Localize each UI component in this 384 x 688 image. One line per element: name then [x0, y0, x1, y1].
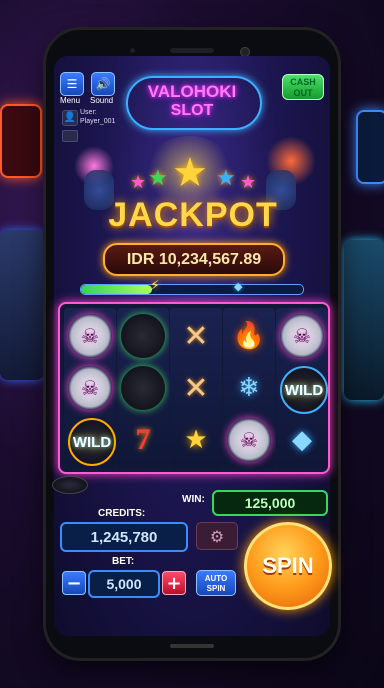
logo-line2: SLOT	[170, 102, 214, 119]
reel-column: ☠ WILD ◆	[276, 308, 328, 468]
hockey-mask-icon: ☠	[68, 314, 112, 358]
plus-icon: +	[166, 572, 182, 594]
arcade-machine-right	[344, 240, 384, 400]
diamond-icon: ◆	[292, 425, 312, 455]
logo-line1: VALOHOKI	[147, 82, 237, 101]
sound-button[interactable]: 🔊	[91, 72, 115, 96]
bet-label: BET:	[112, 556, 135, 567]
phone-sensor	[130, 48, 135, 53]
credits-label: CREDITS:	[98, 508, 146, 519]
cash-out-line1: CASH	[290, 77, 316, 87]
arcade-sign-left	[0, 104, 42, 178]
hockey-puck-icon	[121, 366, 165, 410]
star-icon: ★	[240, 172, 257, 193]
star-icon: ★	[148, 166, 168, 191]
jackpot-progress-fill	[81, 285, 153, 294]
jackpot-title: JACKPOT	[108, 196, 278, 234]
user-avatar-icon: 👤	[62, 110, 78, 126]
user-badge-icon	[62, 130, 78, 142]
settings-button[interactable]: ⚙	[196, 522, 238, 550]
lightning-icon: ⚡	[150, 278, 160, 294]
bet-increase-button[interactable]: +	[162, 571, 186, 595]
cash-out-button[interactable]: CASH OUT	[282, 74, 324, 100]
bet-decrease-button[interactable]: −	[62, 571, 86, 595]
home-indicator	[170, 644, 214, 648]
hockey-puck-icon	[121, 314, 165, 358]
menu-label: Menu	[60, 96, 81, 105]
gold-star-icon: ★	[184, 425, 208, 455]
speaker-icon: 🔊	[95, 77, 111, 91]
win-label: WIN:	[182, 494, 205, 505]
bet-value-box: 5,000	[88, 570, 160, 598]
jackpot-progress-bar	[80, 284, 304, 295]
credits-value-box: 1,245,780	[60, 522, 188, 552]
credits-value: 1,245,780	[90, 528, 158, 546]
reel-column: 7	[117, 308, 169, 468]
fire-icon: 🔥	[232, 321, 266, 351]
jackpot-amount: IDR 10,234,567.89	[126, 250, 262, 268]
hockey-mask-icon: ☠	[68, 366, 112, 410]
star-icon: ★	[172, 150, 208, 196]
spin-label: SPIN	[262, 553, 314, 578]
arcade-machine-left	[0, 230, 44, 380]
game-logo: VALOHOKI SLOT	[126, 72, 262, 132]
star-icon: ★	[216, 166, 236, 191]
auto-spin-button[interactable]: AUTO SPIN	[196, 570, 236, 596]
arcade-sign-right	[356, 110, 384, 184]
hockey-puck-wild-icon: WILD	[68, 418, 116, 466]
reel-column: ✕ ✕ ★	[170, 308, 222, 468]
hockey-mask-icon: ☠	[227, 418, 271, 462]
star-icon: ★	[130, 172, 147, 193]
menu-icon: ☰	[66, 77, 78, 91]
cash-out-line2: OUT	[293, 88, 313, 98]
wild-icon: WILD	[280, 366, 328, 414]
puck-decoration-icon	[52, 476, 88, 494]
bet-value: 5,000	[106, 576, 142, 592]
diamond-small-icon: ◆	[234, 280, 243, 293]
crossed-sticks-icon: ✕	[183, 318, 209, 354]
win-value: 125,000	[244, 495, 296, 511]
jackpot-amount-box: IDR 10,234,567.89	[103, 243, 285, 276]
spin-button[interactable]: SPIN	[244, 522, 332, 610]
menu-button[interactable]: ☰	[60, 72, 84, 96]
user-name: Player_001	[80, 118, 116, 125]
auto-spin-line1: AUTO	[204, 574, 228, 583]
reel-column: ☠ ☠ WILD	[64, 308, 116, 468]
hockey-mask-icon: ☠	[280, 314, 324, 358]
auto-spin-line2: SPIN	[206, 584, 226, 593]
sound-label: Sound	[90, 96, 114, 105]
snowflake-icon: ❄	[238, 373, 260, 403]
seven-icon: 7	[135, 423, 151, 456]
gear-icon: ⚙	[209, 526, 225, 546]
win-value-box: 125,000	[212, 490, 328, 516]
minus-icon: −	[66, 572, 82, 594]
reel-column: 🔥 ❄ ☠	[223, 308, 275, 468]
phone-speaker	[170, 48, 214, 53]
crossed-sticks-icon: ✕	[183, 370, 209, 406]
reel-grid: ☠ ☠ WILD 7 ✕ ✕ ★ 🔥 ❄ ☠ ☠ WILD ◆	[58, 302, 330, 474]
user-label: User:	[80, 109, 97, 116]
